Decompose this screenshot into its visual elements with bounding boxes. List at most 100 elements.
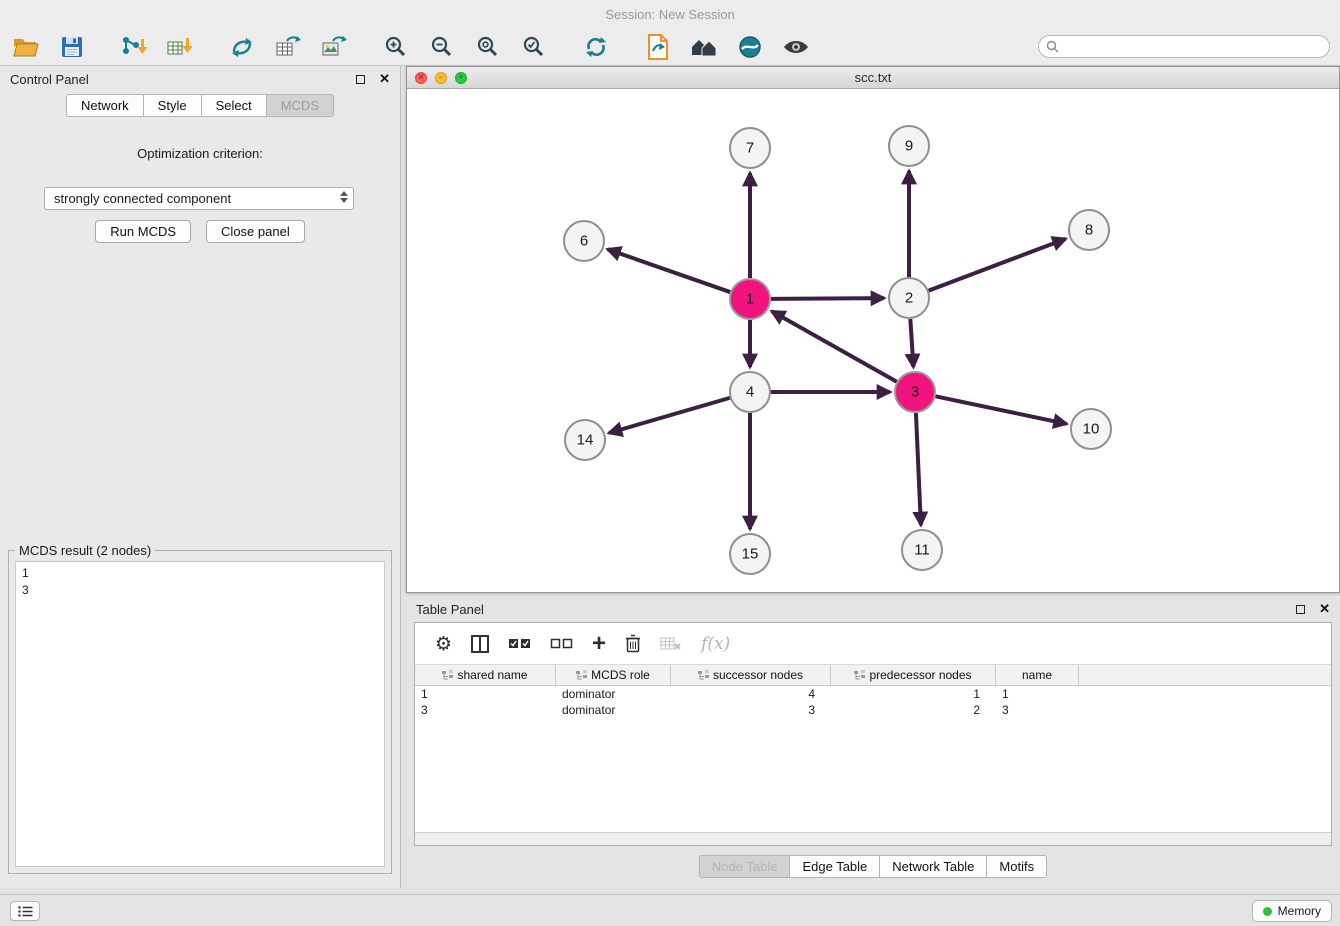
graph-node-8[interactable]: 8 [1069,210,1109,250]
close-panel-icon[interactable]: ✕ [379,71,390,87]
graph-node-3[interactable]: 3 [895,372,935,412]
eye-icon[interactable] [780,32,812,62]
cell-name[interactable]: 1 [996,687,1079,701]
zoom-fit-icon[interactable] [472,32,504,62]
save-session-icon[interactable] [56,32,88,62]
open-session-icon[interactable] [10,32,42,62]
column-header-mcds-role[interactable]: MCDS role [556,665,671,685]
zoom-out-icon[interactable] [426,32,458,62]
style-badge-icon[interactable] [734,32,766,62]
table-panel-content: ⚙ + f(x) shared name [414,622,1332,846]
float-table-panel-icon[interactable] [1296,605,1305,614]
home-icon[interactable] [688,32,720,62]
graph-node-11[interactable]: 11 [902,530,942,570]
table-row[interactable]: 3 dominator 3 2 3 [415,702,1331,718]
graph-node-1[interactable]: 1 [730,279,770,319]
graph-node-9[interactable]: 9 [889,126,929,166]
optimization-criterion-label: Optimization criterion: [0,146,400,161]
column-label: shared name [457,668,527,682]
cell-predecessor-nodes[interactable]: 1 [831,687,996,701]
cell-shared-name[interactable]: 3 [415,703,556,717]
network-window-titlebar[interactable]: ✕ − + scc.txt [407,67,1339,89]
graph-edge-3-1[interactable] [772,311,897,381]
tab-select[interactable]: Select [202,94,267,117]
tab-edge-table[interactable]: Edge Table [790,855,880,878]
graph-node-label: 7 [746,140,754,157]
report-page-icon[interactable] [642,32,674,62]
tab-network-table[interactable]: Network Table [880,855,987,878]
table-settings-gear-icon[interactable]: ⚙ [435,633,452,655]
graph-node-7[interactable]: 7 [730,128,770,168]
graph-node-label: 2 [905,290,913,307]
close-table-panel-icon[interactable]: ✕ [1319,601,1330,617]
cell-name[interactable]: 3 [996,703,1079,717]
task-history-button[interactable] [10,901,40,921]
close-panel-button[interactable]: Close panel [206,220,305,243]
graph-node-14[interactable]: 14 [565,420,605,460]
cell-mcds-role[interactable]: dominator [556,687,671,701]
table-panel-tabs: Node Table Edge Table Network Table Moti… [406,855,1340,878]
graph-edge-3-11[interactable] [916,413,921,525]
criterion-select[interactable]: strongly connected component [44,187,354,210]
network-arrows-icon[interactable] [226,32,258,62]
window-titlebar: Session: New Session [0,0,1340,28]
tab-mcds[interactable]: MCDS [267,94,334,117]
create-column-icon[interactable]: + [592,632,606,656]
graph-edge-4-14[interactable] [609,398,730,433]
cell-successor-nodes[interactable]: 3 [671,703,831,717]
graph-node-2[interactable]: 2 [889,278,929,318]
table-row[interactable]: 1 dominator 4 1 1 [415,686,1331,702]
graph-node-label: 1 [746,291,754,308]
export-table-icon[interactable] [272,32,304,62]
delete-column-icon[interactable] [625,634,641,653]
table-panel-header: Table Panel ✕ [406,596,1340,622]
quick-search [1038,35,1330,58]
select-all-columns-icon[interactable] [508,637,531,651]
graph-node-4[interactable]: 4 [730,372,770,412]
graph-node-label: 3 [911,384,919,401]
graph-edge-2-3[interactable] [910,319,913,367]
graph-node-6[interactable]: 6 [564,221,604,261]
tab-network[interactable]: Network [66,94,144,117]
graph-edge-3-10[interactable] [936,396,1067,424]
column-header-name[interactable]: name [996,665,1079,685]
graph-edge-1-6[interactable] [608,249,731,292]
mcds-result-list[interactable]: 1 3 [15,561,385,867]
tab-style[interactable]: Style [144,94,202,117]
select-arrows-icon [340,191,348,203]
graph-edge-1-2[interactable] [771,298,884,299]
memory-button[interactable]: Memory [1252,900,1332,922]
cell-predecessor-nodes[interactable]: 2 [831,703,996,717]
float-panel-icon[interactable] [356,75,365,84]
cell-mcds-role[interactable]: dominator [556,703,671,717]
network-graph-svg[interactable]: 7 9 6 8 1 2 4 3 10 14 15 11 [407,89,1339,593]
zoom-selected-icon[interactable] [518,32,550,62]
graph-node-10[interactable]: 10 [1071,409,1111,449]
column-header-successor-nodes[interactable]: successor nodes [671,665,831,685]
show-columns-icon[interactable] [471,635,489,653]
search-input[interactable] [1038,35,1330,58]
import-table-icon[interactable] [164,32,196,62]
sort-icon [698,670,709,681]
sort-icon [854,670,865,681]
graph-node-15[interactable]: 15 [730,534,770,574]
graph-node-label: 11 [914,542,930,559]
cell-successor-nodes[interactable]: 4 [671,687,831,701]
memory-label: Memory [1278,904,1321,918]
run-mcds-button[interactable]: Run MCDS [95,220,191,243]
column-header-shared-name[interactable]: shared name [415,665,556,685]
import-network-icon[interactable] [118,32,150,62]
graph-node-label: 8 [1085,222,1093,239]
tab-motifs[interactable]: Motifs [987,855,1047,878]
graph-node-label: 14 [577,432,594,449]
graph-edge-2-8[interactable] [929,239,1066,291]
network-canvas[interactable]: 7 9 6 8 1 2 4 3 10 14 15 11 [407,89,1339,592]
zoom-in-icon[interactable] [380,32,412,62]
unselect-all-columns-icon[interactable] [550,637,573,651]
table-horizontal-scrollbar[interactable] [415,832,1331,845]
refresh-icon[interactable] [580,32,612,62]
export-image-icon[interactable] [318,32,350,62]
cell-shared-name[interactable]: 1 [415,687,556,701]
tab-node-table[interactable]: Node Table [699,855,791,878]
column-header-predecessor-nodes[interactable]: predecessor nodes [831,665,996,685]
